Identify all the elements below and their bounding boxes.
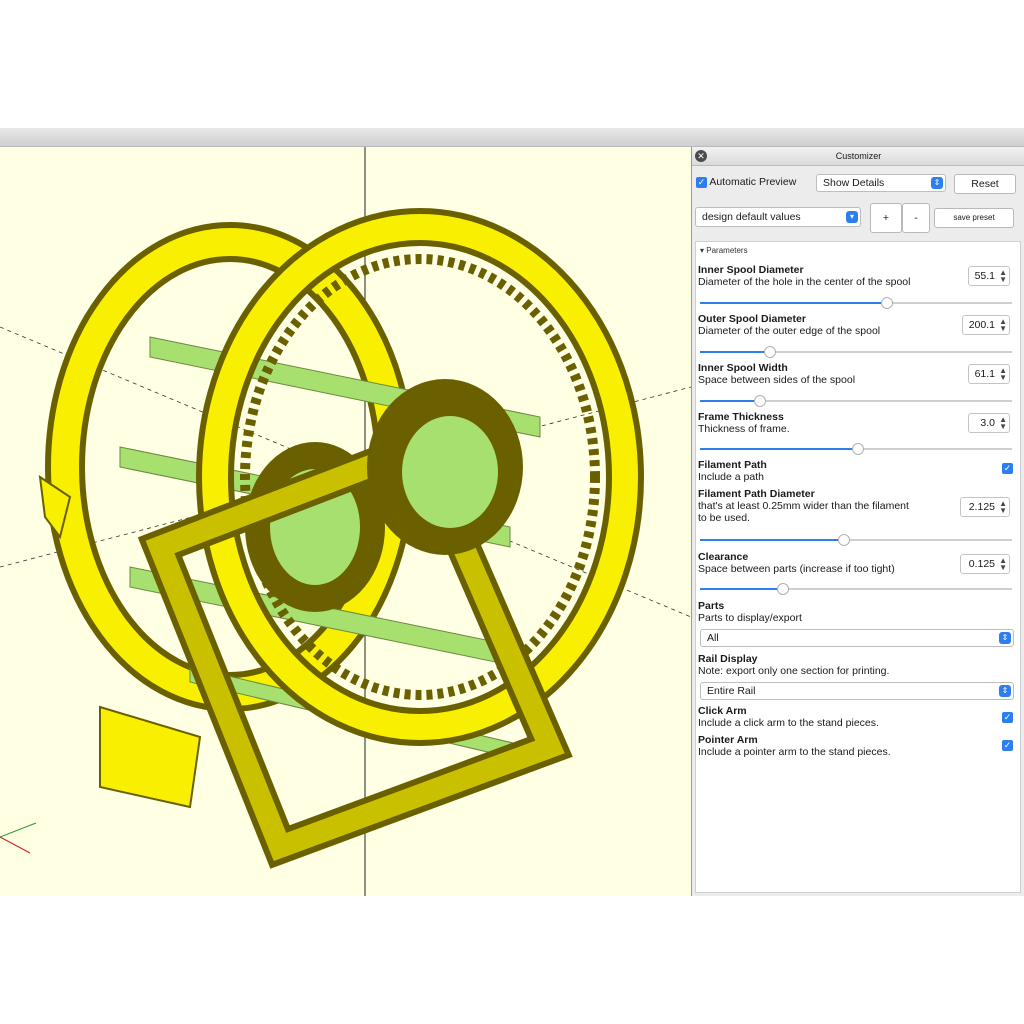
param-desc: Thickness of frame.	[698, 423, 790, 435]
rail-display-select-value: Entire Rail	[707, 685, 756, 697]
input-value: 0.125	[968, 558, 995, 570]
details-select-value: Show Details	[823, 177, 885, 189]
triangle-down-icon: ▾	[700, 246, 705, 255]
param-title: Click Arm	[698, 705, 747, 717]
param-title: Filament Path Diameter	[698, 488, 815, 500]
slider-knob[interactable]	[838, 534, 850, 546]
param-desc: Include a path	[698, 471, 764, 483]
axes-indicator-icon	[0, 822, 37, 854]
parts-select-value: All	[707, 632, 719, 644]
param-title: Clearance	[698, 551, 749, 563]
param-desc: that's at least 0.25mm wider than the fi…	[698, 500, 909, 512]
param-desc: Include a pointer arm to the stand piece…	[698, 746, 891, 758]
outer-spool-diameter-input[interactable]: 200.1 ▲ ▼	[962, 315, 1010, 335]
automatic-preview-label: Automatic Preview	[709, 176, 797, 188]
param-title: Rail Display	[698, 653, 758, 665]
chevron-updown-icon: ⇕	[999, 632, 1011, 644]
slider-knob[interactable]	[881, 297, 893, 309]
input-value: 3.0	[980, 417, 995, 429]
save-preset-button[interactable]: save preset	[934, 208, 1014, 228]
stepper-icon[interactable]: ▲ ▼	[999, 318, 1007, 333]
spool-holder-model	[0, 147, 691, 896]
input-value: 55.1	[974, 270, 995, 282]
param-title: Outer Spool Diameter	[698, 313, 806, 325]
param-desc: Space between parts (increase if too tig…	[698, 563, 895, 575]
details-select[interactable]: Show Details ⇕	[816, 174, 946, 192]
filament-path-checkbox[interactable]: ✓	[1002, 463, 1013, 474]
param-inner-spool-diameter: Inner Spool Diameter Diameter of the hol…	[698, 264, 910, 288]
parameters-section: ▾ Parameters Inner Spool Diameter Diamet…	[695, 241, 1021, 893]
clearance-input[interactable]: 0.125 ▲ ▼	[960, 554, 1010, 574]
filament-path-diameter-input[interactable]: 2.125 ▲ ▼	[960, 497, 1010, 517]
param-desc: Parts to display/export	[698, 612, 802, 624]
param-title: Inner Spool Width	[698, 362, 788, 374]
parameters-header[interactable]: ▾ Parameters	[700, 246, 748, 255]
inner-spool-diameter-input[interactable]: 55.1 ▲ ▼	[968, 266, 1010, 286]
param-title: Pointer Arm	[698, 734, 758, 746]
param-desc: Include a click arm to the stand pieces.	[698, 717, 879, 729]
inner-spool-width-input[interactable]: 61.1 ▲ ▼	[968, 364, 1010, 384]
add-preset-button[interactable]: +	[870, 203, 902, 233]
left-foot	[99, 705, 202, 809]
pointer-arm-checkbox[interactable]: ✓	[1002, 740, 1013, 751]
stepper-icon[interactable]: ▲ ▼	[999, 500, 1007, 515]
chevron-updown-icon: ⇕	[999, 685, 1011, 697]
bottom-margin	[0, 896, 1024, 1024]
stepper-icon[interactable]: ▲ ▼	[999, 367, 1007, 382]
parts-select[interactable]: All ⇕	[700, 629, 1014, 647]
outer-spool-diameter-slider[interactable]	[700, 346, 1012, 358]
parameters-title: Parameters	[706, 246, 748, 255]
preset-select[interactable]: design default values ▾	[695, 207, 861, 227]
chevron-updown-icon: ⇕	[931, 177, 943, 189]
param-desc: Diameter of the outer edge of the spool	[698, 325, 881, 337]
frame-thickness-input[interactable]: 3.0 ▲ ▼	[968, 413, 1010, 433]
stepper-icon[interactable]: ▲ ▼	[999, 269, 1007, 284]
param-title: Filament Path	[698, 459, 767, 471]
param-pointer-arm: Pointer Arm Include a pointer arm to the…	[698, 734, 891, 758]
param-rail-display: Rail Display Note: export only one secti…	[698, 653, 889, 677]
input-value: 2.125	[968, 501, 995, 513]
checkbox-icon[interactable]: ✓	[696, 176, 707, 188]
input-value: 200.1	[968, 319, 995, 331]
3d-viewport[interactable]	[0, 147, 691, 896]
param-click-arm: Click Arm Include a click arm to the sta…	[698, 705, 879, 729]
param-title: Inner Spool Diameter	[698, 264, 804, 276]
stepper-icon[interactable]: ▲ ▼	[999, 557, 1007, 572]
stepper-icon[interactable]: ▲ ▼	[999, 416, 1007, 431]
clearance-slider[interactable]	[700, 583, 1012, 595]
param-desc: Space between sides of the spool	[698, 374, 856, 386]
reset-button[interactable]: Reset	[954, 174, 1016, 194]
param-desc-continued: to be used.	[698, 512, 750, 524]
remove-preset-button[interactable]: -	[902, 203, 930, 233]
param-filament-path-diameter: Filament Path Diameter that's at least 0…	[698, 488, 909, 524]
param-desc: Diameter of the hole in the center of th…	[698, 276, 911, 288]
frame-thickness-slider[interactable]	[700, 443, 1012, 455]
inner-spool-diameter-slider[interactable]	[700, 297, 1012, 309]
param-desc: Note: export only one section for printi…	[698, 665, 890, 677]
slider-knob[interactable]	[777, 583, 789, 595]
param-title: Frame Thickness	[698, 411, 784, 423]
slider-knob[interactable]	[754, 395, 766, 407]
param-filament-path: Filament Path Include a path	[698, 459, 767, 483]
param-parts: Parts Parts to display/export	[698, 600, 802, 624]
automatic-preview-toggle[interactable]: ✓ Automatic Preview	[696, 176, 796, 188]
param-outer-spool-diameter: Outer Spool Diameter Diameter of the out…	[698, 313, 880, 337]
preset-select-value: design default values	[702, 211, 801, 223]
slider-knob[interactable]	[764, 346, 776, 358]
filament-path-diameter-slider[interactable]	[700, 534, 1012, 546]
click-arm-checkbox[interactable]: ✓	[1002, 712, 1013, 723]
param-title: Parts	[698, 600, 725, 612]
customizer-panel: ✕ Customizer ✓ Automatic Preview Show De…	[691, 147, 1024, 896]
slider-knob[interactable]	[852, 443, 864, 455]
param-clearance: Clearance Space between parts (increase …	[698, 551, 895, 575]
window-titlebar	[0, 128, 1024, 147]
rail-display-select[interactable]: Entire Rail ⇕	[700, 682, 1014, 700]
inner-spool-width-slider[interactable]	[700, 395, 1012, 407]
param-frame-thickness: Frame Thickness Thickness of frame.	[698, 411, 790, 435]
customizer-titlebar: ✕ Customizer	[692, 147, 1024, 166]
input-value: 61.1	[974, 368, 995, 380]
customizer-title: Customizer	[835, 151, 882, 161]
chevron-down-icon: ▾	[846, 211, 858, 223]
param-inner-spool-width: Inner Spool Width Space between sides of…	[698, 362, 855, 386]
